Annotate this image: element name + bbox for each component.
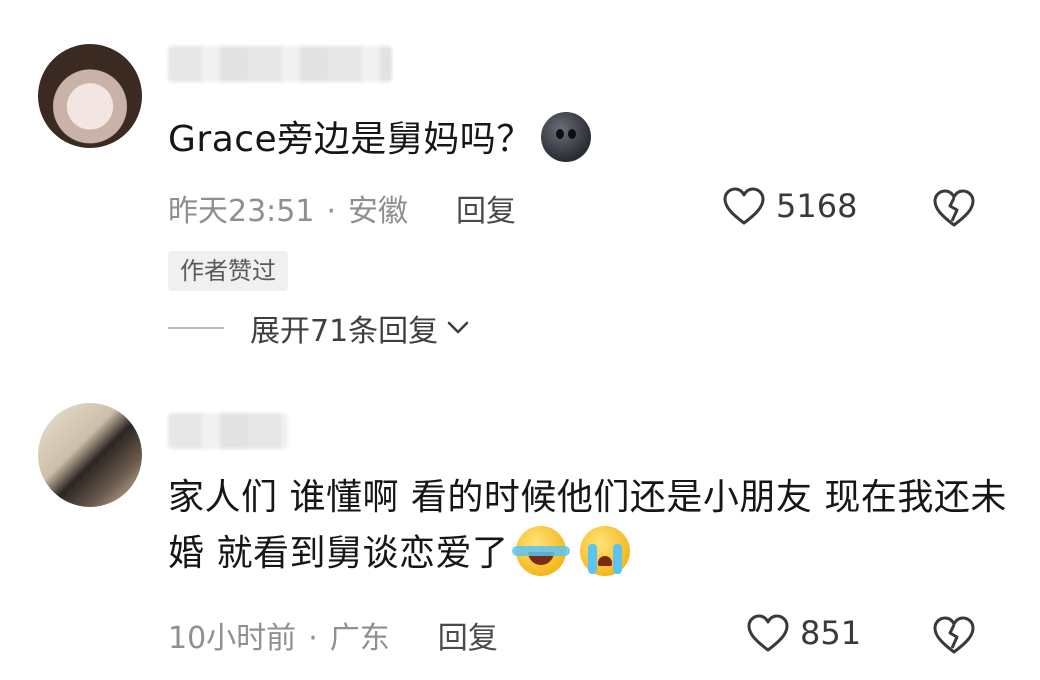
- comment-text: Grace旁边是舅妈吗？: [168, 112, 591, 168]
- meta-separator: ·: [308, 621, 318, 656]
- heart-icon: [723, 187, 765, 225]
- heart-icon: [747, 614, 789, 652]
- like-count: 5168: [776, 187, 858, 225]
- expand-divider: [168, 327, 224, 329]
- crying-emoji-icon: [580, 526, 631, 576]
- avatar[interactable]: [38, 44, 142, 148]
- reply-button[interactable]: 回复: [438, 621, 498, 656]
- author-liked-badge: 作者赞过: [168, 251, 288, 291]
- comment-location: 安徽: [348, 194, 409, 229]
- expand-replies-button[interactable]: 展开71条回复: [168, 306, 470, 350]
- comment-item: Grace旁边是舅妈吗？ 昨天23:51 · 安徽 回复 5168 作者赞过 展开71…: [0, 0, 1040, 380]
- comment-location: 广东: [329, 621, 390, 656]
- comment-meta: 昨天23:51 · 安徽 回复: [168, 186, 516, 230]
- avatar[interactable]: [38, 403, 142, 507]
- reply-button[interactable]: 回复: [456, 194, 516, 229]
- dark-face-emoji-icon: [540, 112, 591, 162]
- expand-replies-label: 展开71条回复: [250, 314, 439, 349]
- laughing-crying-emoji-icon: [512, 526, 571, 576]
- comment-meta: 10小时前 · 广东 回复: [168, 613, 498, 657]
- meta-separator: ·: [326, 194, 337, 229]
- comment-text: 家人们 谁懂啊 看的时候他们还是小朋友 现在我还未婚 就看到舅谈恋爱了: [168, 470, 1008, 582]
- comment-time: 昨天23:51: [168, 194, 315, 229]
- like-count: 851: [800, 614, 862, 652]
- username-blurred[interactable]: [168, 46, 392, 82]
- username-blurred[interactable]: [168, 413, 288, 449]
- like-button[interactable]: 5168: [722, 186, 857, 226]
- comment-item: 家人们 谁懂啊 看的时候他们还是小朋友 现在我还未婚 就看到舅谈恋爱了 10小时…: [0, 395, 1040, 680]
- like-button[interactable]: 851: [746, 613, 861, 653]
- broken-heart-icon[interactable]: [932, 188, 976, 228]
- comment-time: 10小时前: [168, 621, 297, 656]
- broken-heart-icon[interactable]: [932, 615, 976, 655]
- chevron-down-icon: [447, 321, 469, 334]
- comment-text-content: Grace旁边是舅妈吗？: [168, 119, 533, 160]
